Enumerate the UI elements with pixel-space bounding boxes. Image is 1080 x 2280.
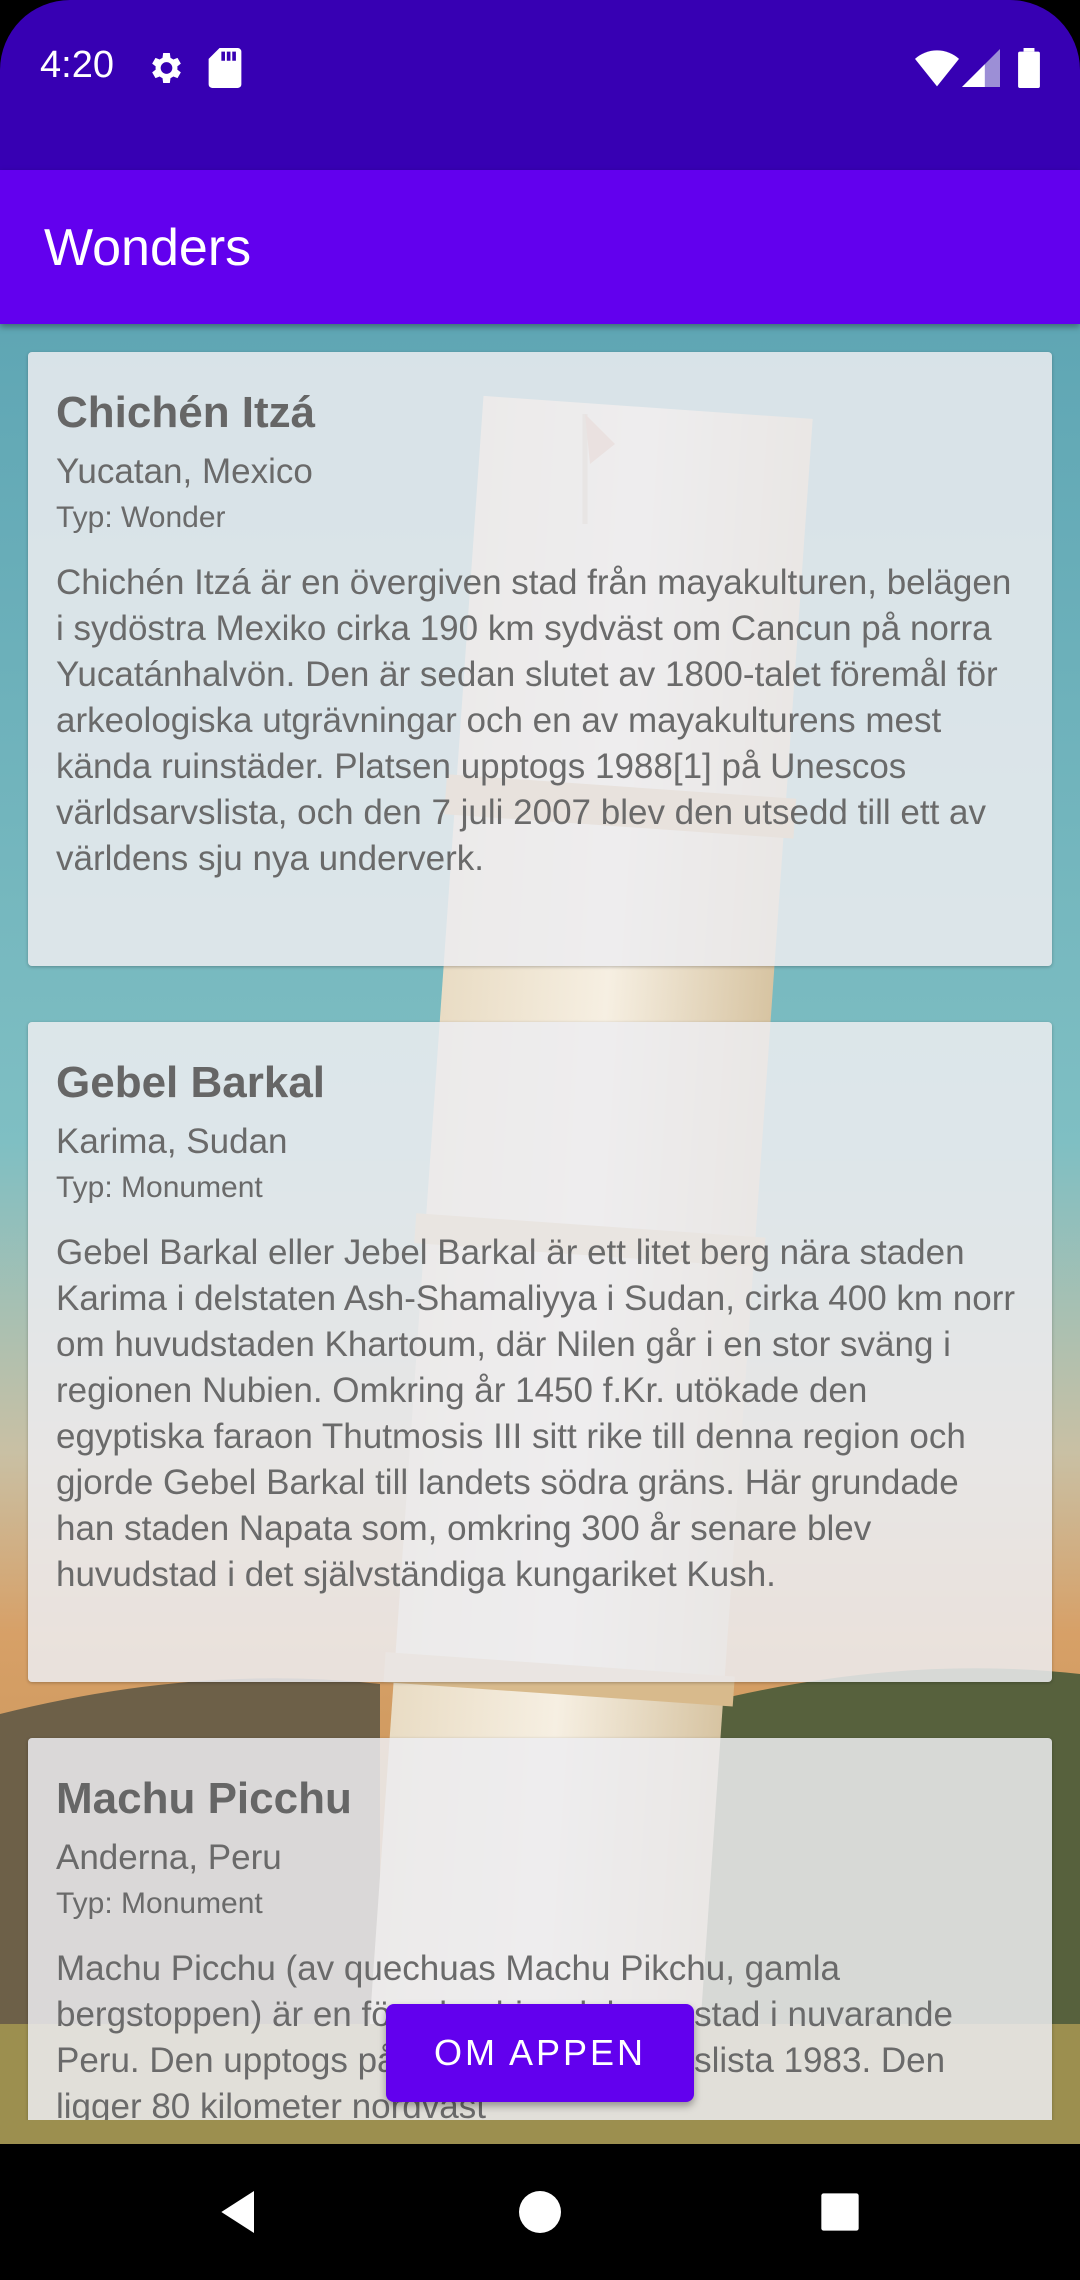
app-bar: Wonders [0,170,1080,324]
cell-signal-icon [962,48,1000,88]
battery-icon [1018,48,1040,88]
recents-icon[interactable] [812,2184,868,2240]
wonder-name: Machu Picchu [56,1774,352,1823]
home-icon[interactable] [512,2184,568,2240]
wonder-location: Anderna, Peru [56,1838,282,1877]
wonder-name: Gebel Barkal [56,1058,326,1107]
status-bar: 4:20 [0,0,1080,170]
back-icon[interactable] [212,2184,268,2240]
gear-icon [145,48,185,88]
wonders-list[interactable]: Chichén Itzá Yucatan, Mexico Typ: Wonder… [0,324,1080,2120]
about-app-button[interactable]: OM APPEN [386,2004,694,2102]
navigation-bar [0,2144,1080,2280]
wonder-type: Typ: Monument [56,1171,263,1204]
wonder-description: Gebel Barkal eller Jebel Barkal är ett l… [56,1233,1016,1594]
wifi-icon [915,48,959,88]
wonder-description: Chichén Itzá är en övergiven stad från m… [56,563,1012,878]
app-title: Wonders [44,219,252,277]
phone-screen: 4:20 Wonders Chichén Itzá Yucatan, Mexic… [0,0,1080,2280]
wonder-location: Karima, Sudan [56,1122,288,1161]
wonder-card[interactable]: Gebel Barkal Karima, Sudan Typ: Monument… [28,1022,1052,1682]
content-area: Chichén Itzá Yucatan, Mexico Typ: Wonder… [0,324,1080,2144]
wonder-type: Typ: Monument [56,1887,263,1920]
wonder-type: Typ: Wonder [56,501,226,534]
wonder-location: Yucatan, Mexico [56,452,313,491]
wonder-name: Chichén Itzá [56,388,316,437]
wonder-card[interactable]: Chichén Itzá Yucatan, Mexico Typ: Wonder… [28,352,1052,966]
sd-card-icon [207,48,243,88]
status-time: 4:20 [40,44,114,86]
